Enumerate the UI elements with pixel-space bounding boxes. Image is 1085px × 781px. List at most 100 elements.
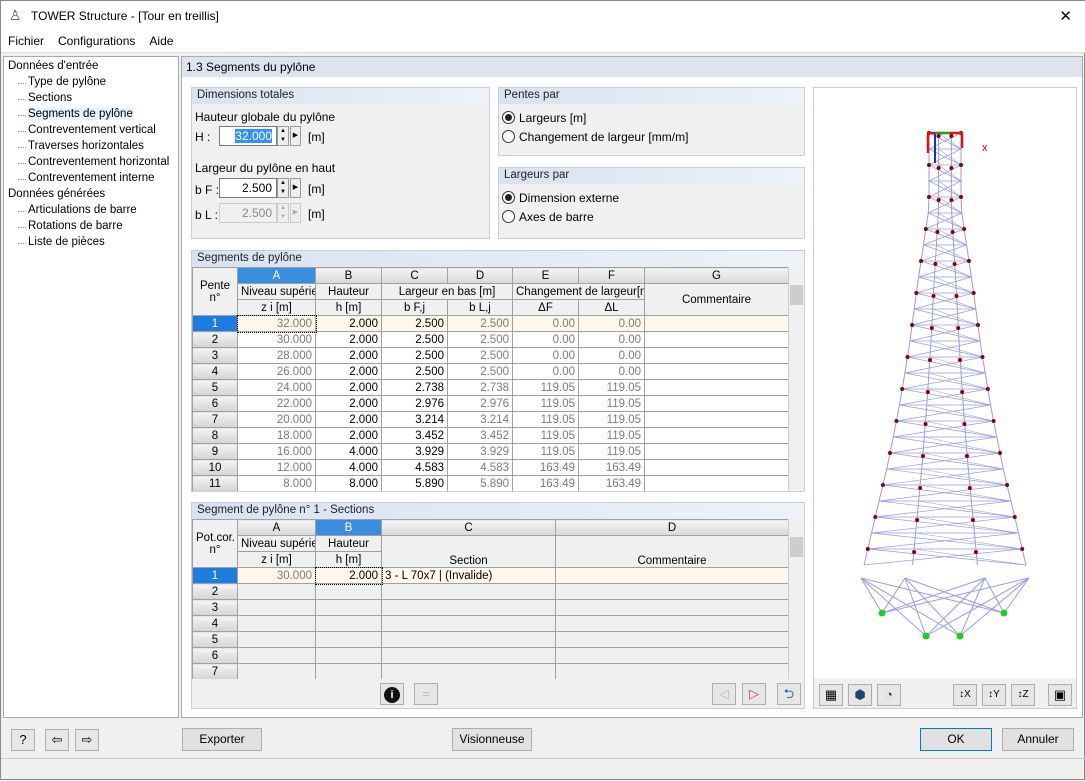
tower-viewer[interactable]: x ▦ ⬢ ◔ ↕X ↕Y ↕Z ▣ — [813, 87, 1077, 709]
bf-pick-button[interactable]: ▶ — [290, 178, 301, 198]
cell[interactable]: 119.05 — [579, 412, 645, 428]
tree-item[interactable]: Type de pylône — [28, 76, 106, 88]
cell[interactable]: 8.000 — [316, 476, 382, 492]
cell[interactable] — [645, 460, 789, 476]
row-number[interactable]: 2 — [193, 584, 238, 600]
view-x-icon[interactable]: ↕X — [953, 684, 977, 706]
tree-item[interactable]: Segments de pylône — [28, 108, 133, 120]
bl-spinner[interactable]: ▲▼ — [277, 203, 289, 223]
h-pick-button[interactable]: ▶ — [290, 126, 301, 146]
cell[interactable]: 163.49 — [513, 460, 579, 476]
cell[interactable]: 3.214 — [448, 412, 513, 428]
row-number[interactable]: 9 — [193, 444, 238, 460]
radio-changement-largeur[interactable] — [502, 130, 515, 143]
cell[interactable] — [556, 584, 789, 600]
column-header-b[interactable]: B — [316, 520, 382, 536]
row-number[interactable]: 7 — [193, 412, 238, 428]
cell[interactable]: 0.00 — [513, 316, 579, 332]
cell[interactable]: 20.000 — [238, 412, 316, 428]
cell[interactable] — [316, 664, 382, 680]
cell[interactable] — [382, 584, 556, 600]
tree-item[interactable]: Rotations de barre — [28, 220, 123, 232]
cell[interactable] — [645, 316, 789, 332]
cancel-button[interactable]: Annuler — [1002, 728, 1074, 751]
cell[interactable]: 2.000 — [316, 316, 382, 332]
row-number[interactable]: 5 — [193, 380, 238, 396]
tower-model[interactable] — [814, 88, 1076, 678]
bf-input[interactable]: 2.500 — [219, 178, 277, 198]
tree-item[interactable]: Traverses horizontales — [28, 140, 144, 152]
cell[interactable] — [556, 632, 789, 648]
cell[interactable]: 28.000 — [238, 348, 316, 364]
export-button[interactable]: Exporter — [182, 728, 262, 751]
cell[interactable] — [645, 444, 789, 460]
cell[interactable] — [645, 476, 789, 492]
column-header-c[interactable]: C — [382, 520, 556, 536]
row-number[interactable]: 8 — [193, 428, 238, 444]
render-icon[interactable]: ◔ — [877, 684, 901, 706]
cell[interactable] — [316, 616, 382, 632]
cell[interactable]: 3.452 — [448, 428, 513, 444]
tree-item[interactable]: Contreventement interne — [28, 172, 155, 184]
previous-button[interactable]: ◁ — [712, 683, 736, 705]
cell[interactable]: 3.929 — [382, 444, 448, 460]
cell[interactable]: 24.000 — [238, 380, 316, 396]
menu-configurations[interactable]: Configurations — [51, 31, 142, 51]
cell[interactable] — [382, 632, 556, 648]
cell[interactable]: 2.500 — [448, 364, 513, 380]
cell[interactable]: 26.000 — [238, 364, 316, 380]
radio-axes-barre[interactable] — [502, 210, 515, 223]
cell[interactable]: 3.214 — [382, 412, 448, 428]
import-icon[interactable]: ⇦ — [45, 729, 69, 751]
cell[interactable]: 119.05 — [513, 428, 579, 444]
cell[interactable] — [556, 600, 789, 616]
bl-pick-button[interactable]: ▶ — [290, 203, 301, 223]
column-header-d[interactable]: D — [556, 520, 789, 536]
cell[interactable]: 2.000 — [316, 380, 382, 396]
cell[interactable]: 0.00 — [579, 348, 645, 364]
cell[interactable] — [645, 332, 789, 348]
scrollbar[interactable] — [788, 267, 804, 491]
cell[interactable]: 30.000 — [238, 332, 316, 348]
radio-dimension-externe[interactable] — [502, 191, 515, 204]
view-options-icon[interactable]: ▦ — [819, 684, 843, 706]
row-number[interactable]: 5 — [193, 632, 238, 648]
cell[interactable] — [645, 348, 789, 364]
cell[interactable]: 16.000 — [238, 444, 316, 460]
cell[interactable] — [238, 600, 316, 616]
cell[interactable]: 119.05 — [579, 380, 645, 396]
cell[interactable]: 4.583 — [382, 460, 448, 476]
cell[interactable] — [316, 632, 382, 648]
cell[interactable]: 2.976 — [448, 396, 513, 412]
cell[interactable] — [238, 584, 316, 600]
cell[interactable]: 8.000 — [238, 476, 316, 492]
cell[interactable]: 119.05 — [513, 396, 579, 412]
cell[interactable]: 2.000 — [316, 396, 382, 412]
cell[interactable]: 119.05 — [513, 412, 579, 428]
next-button[interactable]: ▷ — [742, 683, 766, 705]
cell[interactable]: 2.000 — [316, 332, 382, 348]
cell[interactable] — [382, 600, 556, 616]
cell[interactable] — [556, 664, 789, 680]
row-number[interactable]: 11 — [193, 476, 238, 492]
cell[interactable]: 5.890 — [448, 476, 513, 492]
cell[interactable]: 12.000 — [238, 460, 316, 476]
row-number[interactable]: 1 — [193, 568, 238, 584]
tree-item[interactable]: Données générées — [8, 188, 105, 200]
cell[interactable]: 163.49 — [579, 476, 645, 492]
cell[interactable]: 18.000 — [238, 428, 316, 444]
cell[interactable]: 3.929 — [448, 444, 513, 460]
cell[interactable]: 2.738 — [448, 380, 513, 396]
cell[interactable]: 32.000 — [238, 316, 316, 332]
column-header-a[interactable]: A — [238, 520, 316, 536]
cell[interactable]: 2.500 — [382, 348, 448, 364]
cell[interactable]: 0.00 — [513, 364, 579, 380]
cell[interactable]: 119.05 — [579, 428, 645, 444]
cell[interactable] — [556, 616, 789, 632]
h-input[interactable]: 32.000 — [219, 126, 277, 146]
cell[interactable]: 0.00 — [579, 316, 645, 332]
view-y-icon[interactable]: ↕Y — [982, 684, 1006, 706]
cell[interactable] — [316, 584, 382, 600]
cell[interactable] — [645, 412, 789, 428]
cell[interactable]: 0.00 — [579, 364, 645, 380]
